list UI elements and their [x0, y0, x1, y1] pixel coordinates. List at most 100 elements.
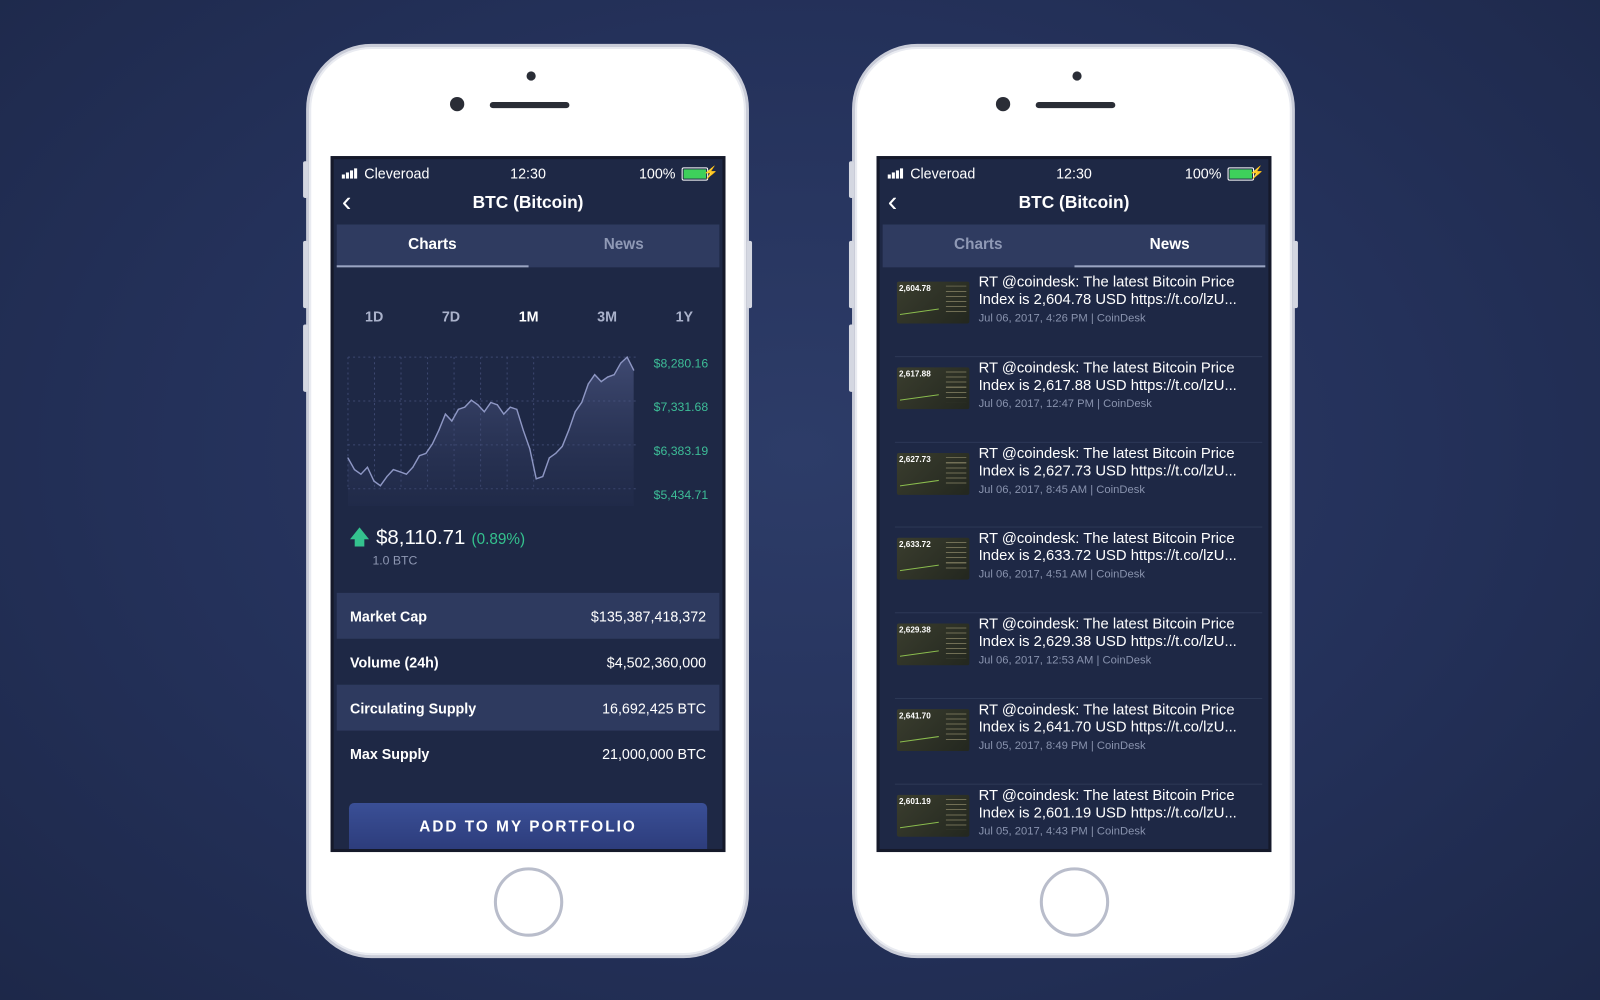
news-title-line: RT @coindesk: The latest Bitcoin Price	[978, 616, 1235, 633]
price-point	[431, 443, 433, 445]
price-point	[392, 468, 395, 471]
stat-value: $135,387,418,372	[590, 607, 707, 624]
news-title-line: Index is 2,641.70 USD https://t.co/lzU..…	[978, 719, 1237, 736]
price-point	[438, 429, 440, 431]
home-button[interactable]	[1039, 867, 1110, 937]
charging-icon: ⚡	[703, 165, 719, 180]
news-title-line: RT @coindesk: The latest Bitcoin Price	[978, 702, 1235, 719]
period-3m[interactable]: 3M	[597, 308, 617, 324]
price-point	[620, 362, 622, 364]
price-point	[587, 383, 589, 385]
thumbnail-price: 2,629.38	[898, 625, 931, 635]
price-point	[347, 457, 349, 459]
price-point	[379, 485, 382, 487]
phone-charts: Cleveroad 12:30 100% ⚡ ‹ BTC (Bitcoin) C…	[303, 43, 753, 959]
home-button[interactable]	[493, 867, 564, 937]
price-point	[516, 408, 518, 411]
news-item[interactable]: 2,627.73 RT @coindesk: The latest Bitcoi…	[894, 442, 1263, 528]
stat-label: Max Supply	[349, 745, 430, 762]
price-point	[373, 480, 375, 482]
thumbnail-price: 2,633.72	[898, 540, 931, 550]
news-item[interactable]: 2,629.38 RT @coindesk: The latest Bitcoi…	[894, 613, 1263, 699]
page-title: BTC (Bitcoin)	[472, 192, 584, 213]
status-bar: Cleveroad 12:30 100% ⚡	[334, 165, 723, 183]
tab-news[interactable]: News	[1073, 224, 1266, 268]
news-thumbnail: 2,633.72	[896, 538, 970, 580]
page-title: BTC (Bitcoin)	[1018, 192, 1130, 213]
period-1d[interactable]: 1D	[365, 308, 383, 324]
price-point	[360, 473, 362, 475]
price-point	[412, 466, 414, 468]
price-point	[509, 406, 511, 408]
front-camera	[995, 96, 1011, 112]
price-point	[490, 401, 492, 404]
btc-amount: 1.0 BTC	[372, 553, 418, 568]
news-title-line: RT @coindesk: The latest Bitcoin Price	[978, 787, 1235, 804]
charts-screen: Cleveroad 12:30 100% ⚡ ‹ BTC (Bitcoin) C…	[330, 156, 726, 853]
price-point	[548, 457, 550, 459]
price-point	[496, 404, 498, 406]
tab-charts[interactable]: Charts	[883, 224, 1074, 267]
price-point	[568, 429, 570, 431]
tab-bar: Charts News	[336, 224, 720, 268]
period-selector: 1D 7D 1M 3M 1Y	[334, 308, 723, 324]
price-point	[626, 356, 628, 358]
status-bar: Cleveroad 12:30 100% ⚡	[880, 165, 1269, 183]
price-point	[574, 411, 576, 413]
period-7d[interactable]: 7D	[442, 308, 460, 324]
price-point	[522, 429, 524, 431]
price-point	[386, 475, 388, 478]
news-item[interactable]: 2,601.19 RT @coindesk: The latest Bitcoi…	[895, 784, 1262, 849]
news-title-line: RT @coindesk: The latest Bitcoin Price	[978, 531, 1235, 548]
battery-percent: 100%	[638, 165, 676, 182]
news-item[interactable]: 2,604.78 RT @coindesk: The latest Bitcoi…	[894, 271, 1263, 357]
news-title: RT @coindesk: The latest Bitcoin Price In…	[979, 617, 1261, 652]
thumbnail-price: 2,617.88	[898, 369, 931, 379]
stat-value: 21,000,000 BTC	[602, 745, 707, 762]
news-title: RT @coindesk: The latest Bitcoin Price In…	[979, 274, 1261, 309]
price-point	[470, 399, 472, 401]
add-to-portfolio-button[interactable]: ADD TO MY PORTFOLIO	[348, 803, 708, 849]
phone-news: Cleveroad 12:30 100% ⚡ ‹ BTC (Bitcoin) C…	[848, 43, 1298, 959]
arrow-up-icon: 🡅	[348, 526, 370, 549]
price-point	[418, 455, 420, 457]
speaker	[489, 102, 570, 109]
news-title-line: Index is 2,627.73 USD https://t.co/lzU..…	[978, 462, 1237, 480]
news-thumbnail: 2,641.70	[896, 709, 970, 751]
y-tick-label: $7,331.68	[653, 399, 709, 415]
price-point	[353, 468, 356, 471]
news-thumbnail: 2,627.73	[896, 452, 970, 495]
period-1y[interactable]: 1Y	[676, 308, 693, 324]
price-point	[555, 452, 557, 454]
price-point	[503, 413, 505, 415]
price-point	[457, 408, 459, 411]
price-point	[561, 445, 563, 448]
tab-charts[interactable]: Charts	[336, 224, 529, 268]
speaker	[1035, 102, 1116, 109]
news-item[interactable]: 2,633.72 RT @coindesk: The latest Bitcoi…	[894, 528, 1263, 614]
y-tick-label: $6,383.19	[653, 443, 709, 459]
thumbnail-price: 2,604.78	[898, 283, 931, 293]
tab-news[interactable]: News	[528, 224, 719, 267]
price-point	[405, 473, 408, 475]
news-item[interactable]: 2,641.70 RT @coindesk: The latest Bitcoi…	[894, 699, 1263, 785]
news-list: 2,604.78 RT @coindesk: The latest Bitcoi…	[883, 271, 1266, 849]
news-title-line: Index is 2,601.19 USD https://t.co/lzU..…	[978, 804, 1237, 822]
price-point	[366, 466, 369, 468]
price-chart[interactable]	[346, 351, 642, 507]
period-1m[interactable]: 1M	[519, 308, 539, 324]
news-title-line: RT @coindesk: The latest Bitcoin Price	[978, 445, 1235, 462]
y-tick-label: $8,280.16	[653, 356, 709, 371]
stat-label: Circulating Supply	[349, 699, 477, 716]
news-item[interactable]: 2,617.88 RT @coindesk: The latest Bitcoi…	[894, 357, 1263, 443]
stat-row: Market Cap $135,387,418,372	[336, 592, 720, 639]
charging-icon: ⚡	[1249, 165, 1265, 180]
price-point	[444, 413, 446, 415]
news-thumbnail: 2,617.88	[896, 367, 970, 409]
price-point	[477, 404, 479, 406]
price-point	[607, 376, 609, 378]
price-point	[594, 374, 596, 376]
front-camera	[449, 96, 465, 112]
battery-percent: 100%	[1184, 165, 1222, 182]
price-point	[399, 471, 401, 473]
